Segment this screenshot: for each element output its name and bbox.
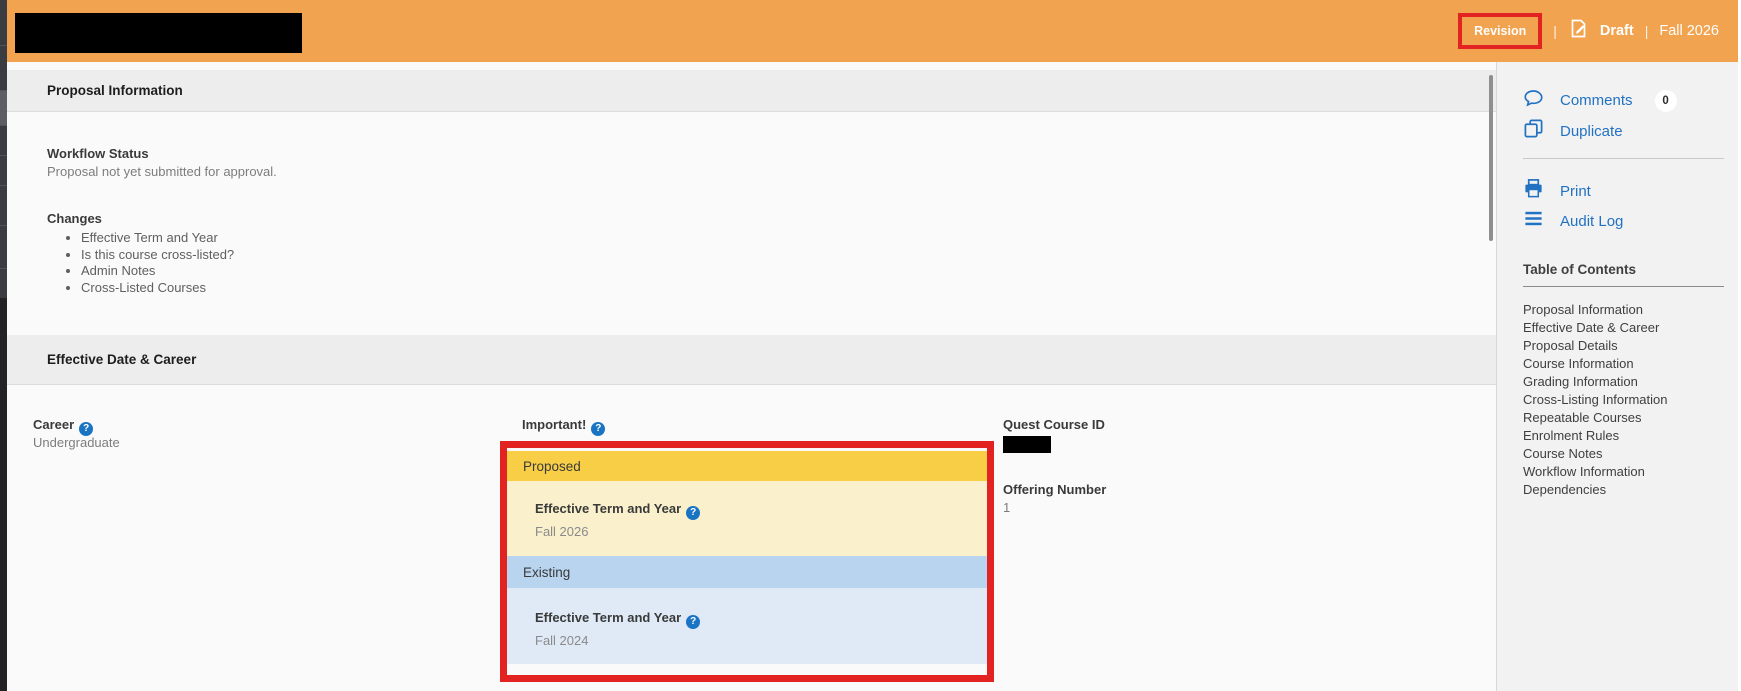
toc-item[interactable]: Course Information (1523, 355, 1668, 373)
career-label: Career? (33, 417, 93, 436)
effective-term-label: Effective Term and Year (535, 610, 681, 625)
changes-item: Effective Term and Year (81, 230, 234, 247)
term-label: Fall 2026 (1659, 23, 1719, 39)
annotation-box-revision: Revision (1458, 13, 1542, 49)
existing-field-label: Effective Term and Year? (535, 610, 987, 629)
existing-panel-header: Existing (507, 556, 987, 588)
offering-number-label: Offering Number (1003, 482, 1106, 497)
changes-list: Effective Term and YearIs this course cr… (65, 230, 234, 296)
toc-item[interactable]: Cross-Listing Information (1523, 391, 1668, 409)
collapsed-nav-rail[interactable] (0, 0, 7, 691)
toc-item[interactable]: Enrolment Rules (1523, 427, 1668, 445)
important-label: Important!? (522, 417, 605, 436)
offering-number-value: 1 (1003, 500, 1010, 515)
toc-item[interactable]: Proposal Details (1523, 337, 1668, 355)
proposal-main: Proposal Information Workflow Status Pro… (7, 62, 1497, 691)
proposed-header-text: Proposed (523, 459, 581, 474)
help-icon[interactable]: ? (79, 422, 93, 436)
duplicate-label: Duplicate (1560, 123, 1623, 140)
section-header-effective-date-career: Effective Date & Career (7, 335, 1496, 385)
audit-log-label: Audit Log (1560, 213, 1623, 230)
scrollbar-thumb[interactable] (1489, 75, 1493, 241)
career-label-text: Career (33, 417, 74, 432)
toc-item[interactable]: Effective Date & Career (1523, 319, 1668, 337)
comment-bubble-icon (1523, 88, 1544, 113)
header-status-cluster: Revision | Draft | Fall 2026 (1458, 0, 1719, 62)
sidebar-divider (1523, 158, 1724, 159)
workflow-state-label: Draft (1600, 23, 1634, 39)
help-icon[interactable]: ? (686, 506, 700, 520)
nav-rail-segment[interactable] (0, 0, 7, 45)
page: Revision | Draft | Fall 2026 Proposal In… (0, 0, 1741, 691)
header-separator: | (1645, 23, 1649, 39)
workflow-status-value: Proposal not yet submitted for approval. (47, 164, 277, 179)
important-label-text: Important! (522, 417, 586, 432)
right-sidebar: Comments 0 Duplicate Print (1497, 62, 1738, 691)
nav-rail-segment[interactable] (0, 155, 7, 185)
print-button[interactable]: Print (1523, 178, 1591, 204)
existing-panel-body: Effective Term and Year? Fall 2024 (507, 588, 987, 664)
toc-item[interactable]: Proposal Information (1523, 301, 1668, 319)
section-title: Proposal Information (47, 83, 183, 98)
draft-document-icon (1568, 18, 1589, 44)
audit-log-button[interactable]: Audit Log (1523, 208, 1623, 234)
toc-item[interactable]: Workflow Information (1523, 463, 1668, 481)
duplicate-button[interactable]: Duplicate (1523, 118, 1623, 144)
nav-rail-segment[interactable] (0, 45, 7, 90)
effective-term-label: Effective Term and Year (535, 501, 681, 516)
proposed-panel-body: Effective Term and Year? Fall 2026 (507, 481, 987, 556)
nav-rail-segment-active[interactable] (0, 90, 7, 125)
changes-item: Admin Notes (81, 263, 234, 280)
changes-item: Cross-Listed Courses (81, 280, 234, 297)
nav-rail-segment[interactable] (0, 225, 7, 268)
nav-rail-segment[interactable] (0, 185, 7, 225)
help-icon[interactable]: ? (686, 615, 700, 629)
toc-item[interactable]: Repeatable Courses (1523, 409, 1668, 427)
proposal-title-redaction (15, 13, 302, 53)
app-header: Revision | Draft | Fall 2026 (7, 0, 1741, 62)
toc-item[interactable]: Course Notes (1523, 445, 1668, 463)
toc-item[interactable]: Grading Information (1523, 373, 1668, 391)
nav-rail-segment[interactable] (0, 125, 7, 155)
career-value: Undergraduate (33, 435, 120, 450)
comments-button[interactable]: Comments 0 (1523, 88, 1677, 113)
audit-log-icon (1523, 208, 1544, 234)
proposed-panel-header: Proposed (507, 451, 987, 481)
changes-item: Is this course cross-listed? (81, 247, 234, 264)
quest-course-id-redaction (1003, 436, 1051, 453)
existing-field-value: Fall 2024 (535, 633, 987, 648)
annotation-box-important: Proposed Effective Term and Year? Fall 2… (500, 441, 994, 682)
proposed-field-label: Effective Term and Year? (535, 501, 987, 520)
toc-title: Table of Contents (1523, 262, 1636, 277)
revision-badge: Revision (1474, 24, 1526, 38)
header-separator: | (1553, 23, 1557, 39)
toc-divider (1523, 286, 1724, 287)
proposed-field-value: Fall 2026 (535, 524, 987, 539)
workflow-status-label: Workflow Status (47, 146, 149, 161)
quest-course-id-label: Quest Course ID (1003, 417, 1105, 432)
changes-label: Changes (47, 211, 102, 226)
toc-list: Proposal InformationEffective Date & Car… (1523, 301, 1668, 499)
section-header-proposal-information: Proposal Information (7, 70, 1496, 112)
toc-item[interactable]: Dependencies (1523, 481, 1668, 499)
existing-header-text: Existing (523, 565, 570, 580)
duplicate-icon (1523, 118, 1544, 144)
nav-rail-segment[interactable] (0, 268, 7, 298)
print-icon (1523, 178, 1544, 204)
comments-count-badge: 0 (1655, 90, 1677, 112)
comments-label: Comments (1560, 92, 1633, 109)
print-label: Print (1560, 183, 1591, 200)
help-icon[interactable]: ? (591, 422, 605, 436)
section-title: Effective Date & Career (47, 352, 196, 367)
